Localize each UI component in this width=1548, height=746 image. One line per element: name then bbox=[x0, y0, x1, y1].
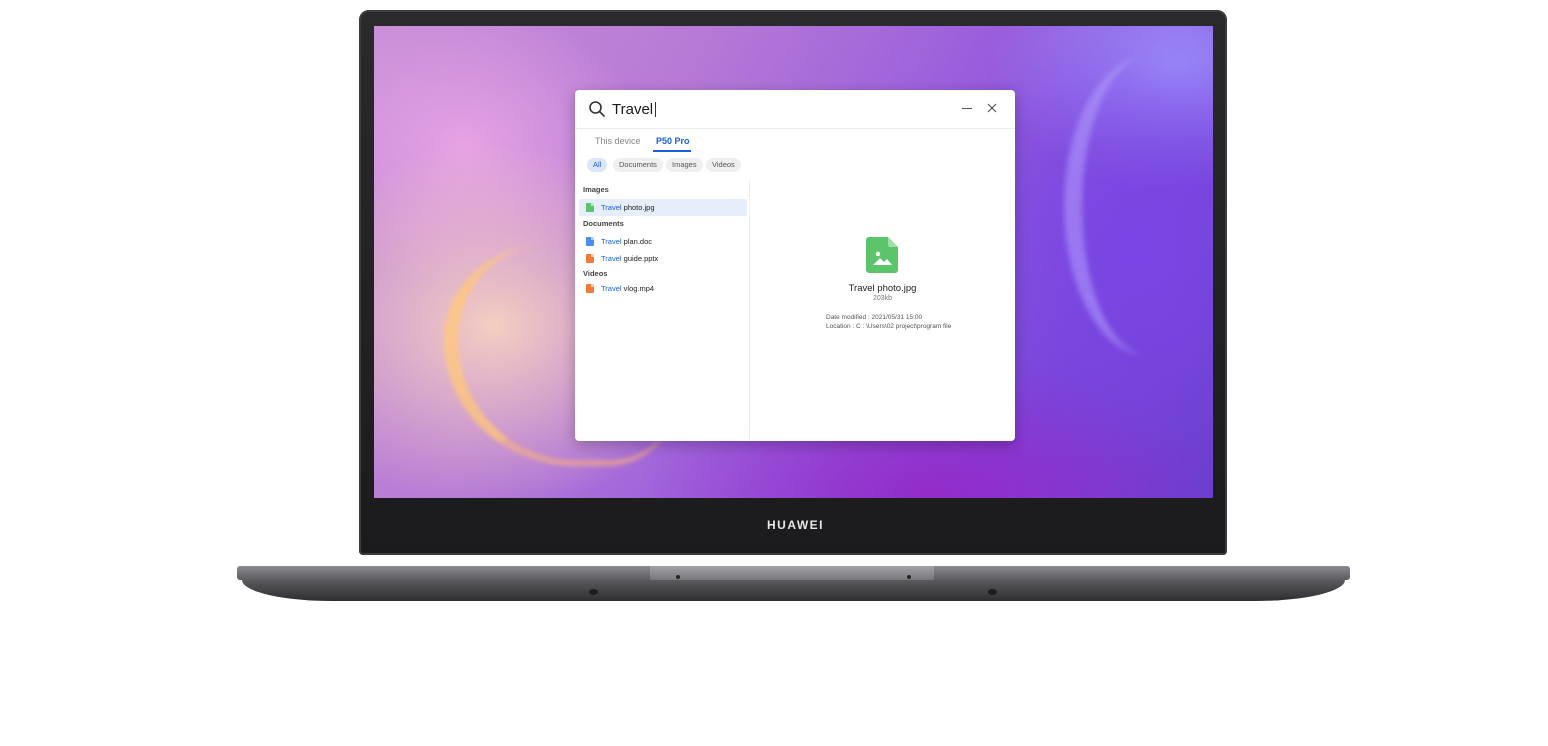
filter-all[interactable]: All bbox=[587, 158, 608, 172]
video-file-icon bbox=[586, 284, 594, 293]
hinge-dot bbox=[907, 575, 911, 579]
search-window: This device P50 Pro All Documents Images… bbox=[575, 90, 1015, 441]
search-bar bbox=[575, 90, 1015, 129]
hinge-dot bbox=[676, 575, 680, 579]
list-item[interactable]: Travel plan.doc bbox=[579, 233, 747, 250]
text-caret bbox=[655, 102, 656, 117]
list-item[interactable]: Travel guide.pptx bbox=[579, 250, 747, 267]
wallpaper-swirl-right bbox=[1064, 56, 1213, 356]
group-label-documents: Documents bbox=[583, 219, 624, 228]
image-file-icon bbox=[866, 237, 898, 273]
laptop-foot bbox=[589, 589, 598, 595]
results-list: Images Travel photo.jpg Documents Travel… bbox=[575, 178, 750, 441]
active-tab-indicator bbox=[653, 150, 691, 152]
list-item[interactable]: Travel photo.jpg bbox=[579, 199, 747, 216]
preview-location: Location : C : \Users\02 project\program… bbox=[826, 323, 952, 330]
close-icon[interactable] bbox=[986, 102, 998, 114]
preview-date-modified: Date modified : 2021/05/31 15:00 bbox=[826, 314, 923, 321]
tab-this-device[interactable]: This device bbox=[595, 136, 641, 146]
result-label: Travel photo.jpg bbox=[601, 203, 655, 212]
preview-file-name: Travel photo.jpg bbox=[848, 283, 917, 294]
minimize-icon bbox=[962, 108, 972, 109]
tab-p50-pro[interactable]: P50 Pro bbox=[656, 136, 690, 146]
list-item[interactable]: Travel vlog.mp4 bbox=[579, 280, 747, 297]
laptop-base bbox=[242, 580, 1345, 601]
image-file-icon bbox=[586, 203, 594, 212]
filter-videos[interactable]: Videos bbox=[706, 158, 741, 172]
filter-documents[interactable]: Documents bbox=[613, 158, 663, 172]
minimize-button[interactable] bbox=[961, 101, 973, 115]
search-input[interactable] bbox=[612, 98, 892, 120]
pptx-file-icon bbox=[586, 254, 594, 263]
preview-file-size: 203kb bbox=[872, 295, 893, 302]
result-label: Travel guide.pptx bbox=[601, 254, 659, 263]
doc-file-icon bbox=[586, 237, 594, 246]
result-label: Travel vlog.mp4 bbox=[601, 284, 655, 293]
laptop-foot bbox=[988, 589, 997, 595]
filter-images[interactable]: Images bbox=[666, 158, 703, 172]
group-label-videos: Videos bbox=[583, 269, 608, 278]
group-label-images: Images bbox=[583, 185, 609, 194]
result-label: Travel plan.doc bbox=[601, 237, 653, 246]
search-icon bbox=[589, 101, 605, 117]
